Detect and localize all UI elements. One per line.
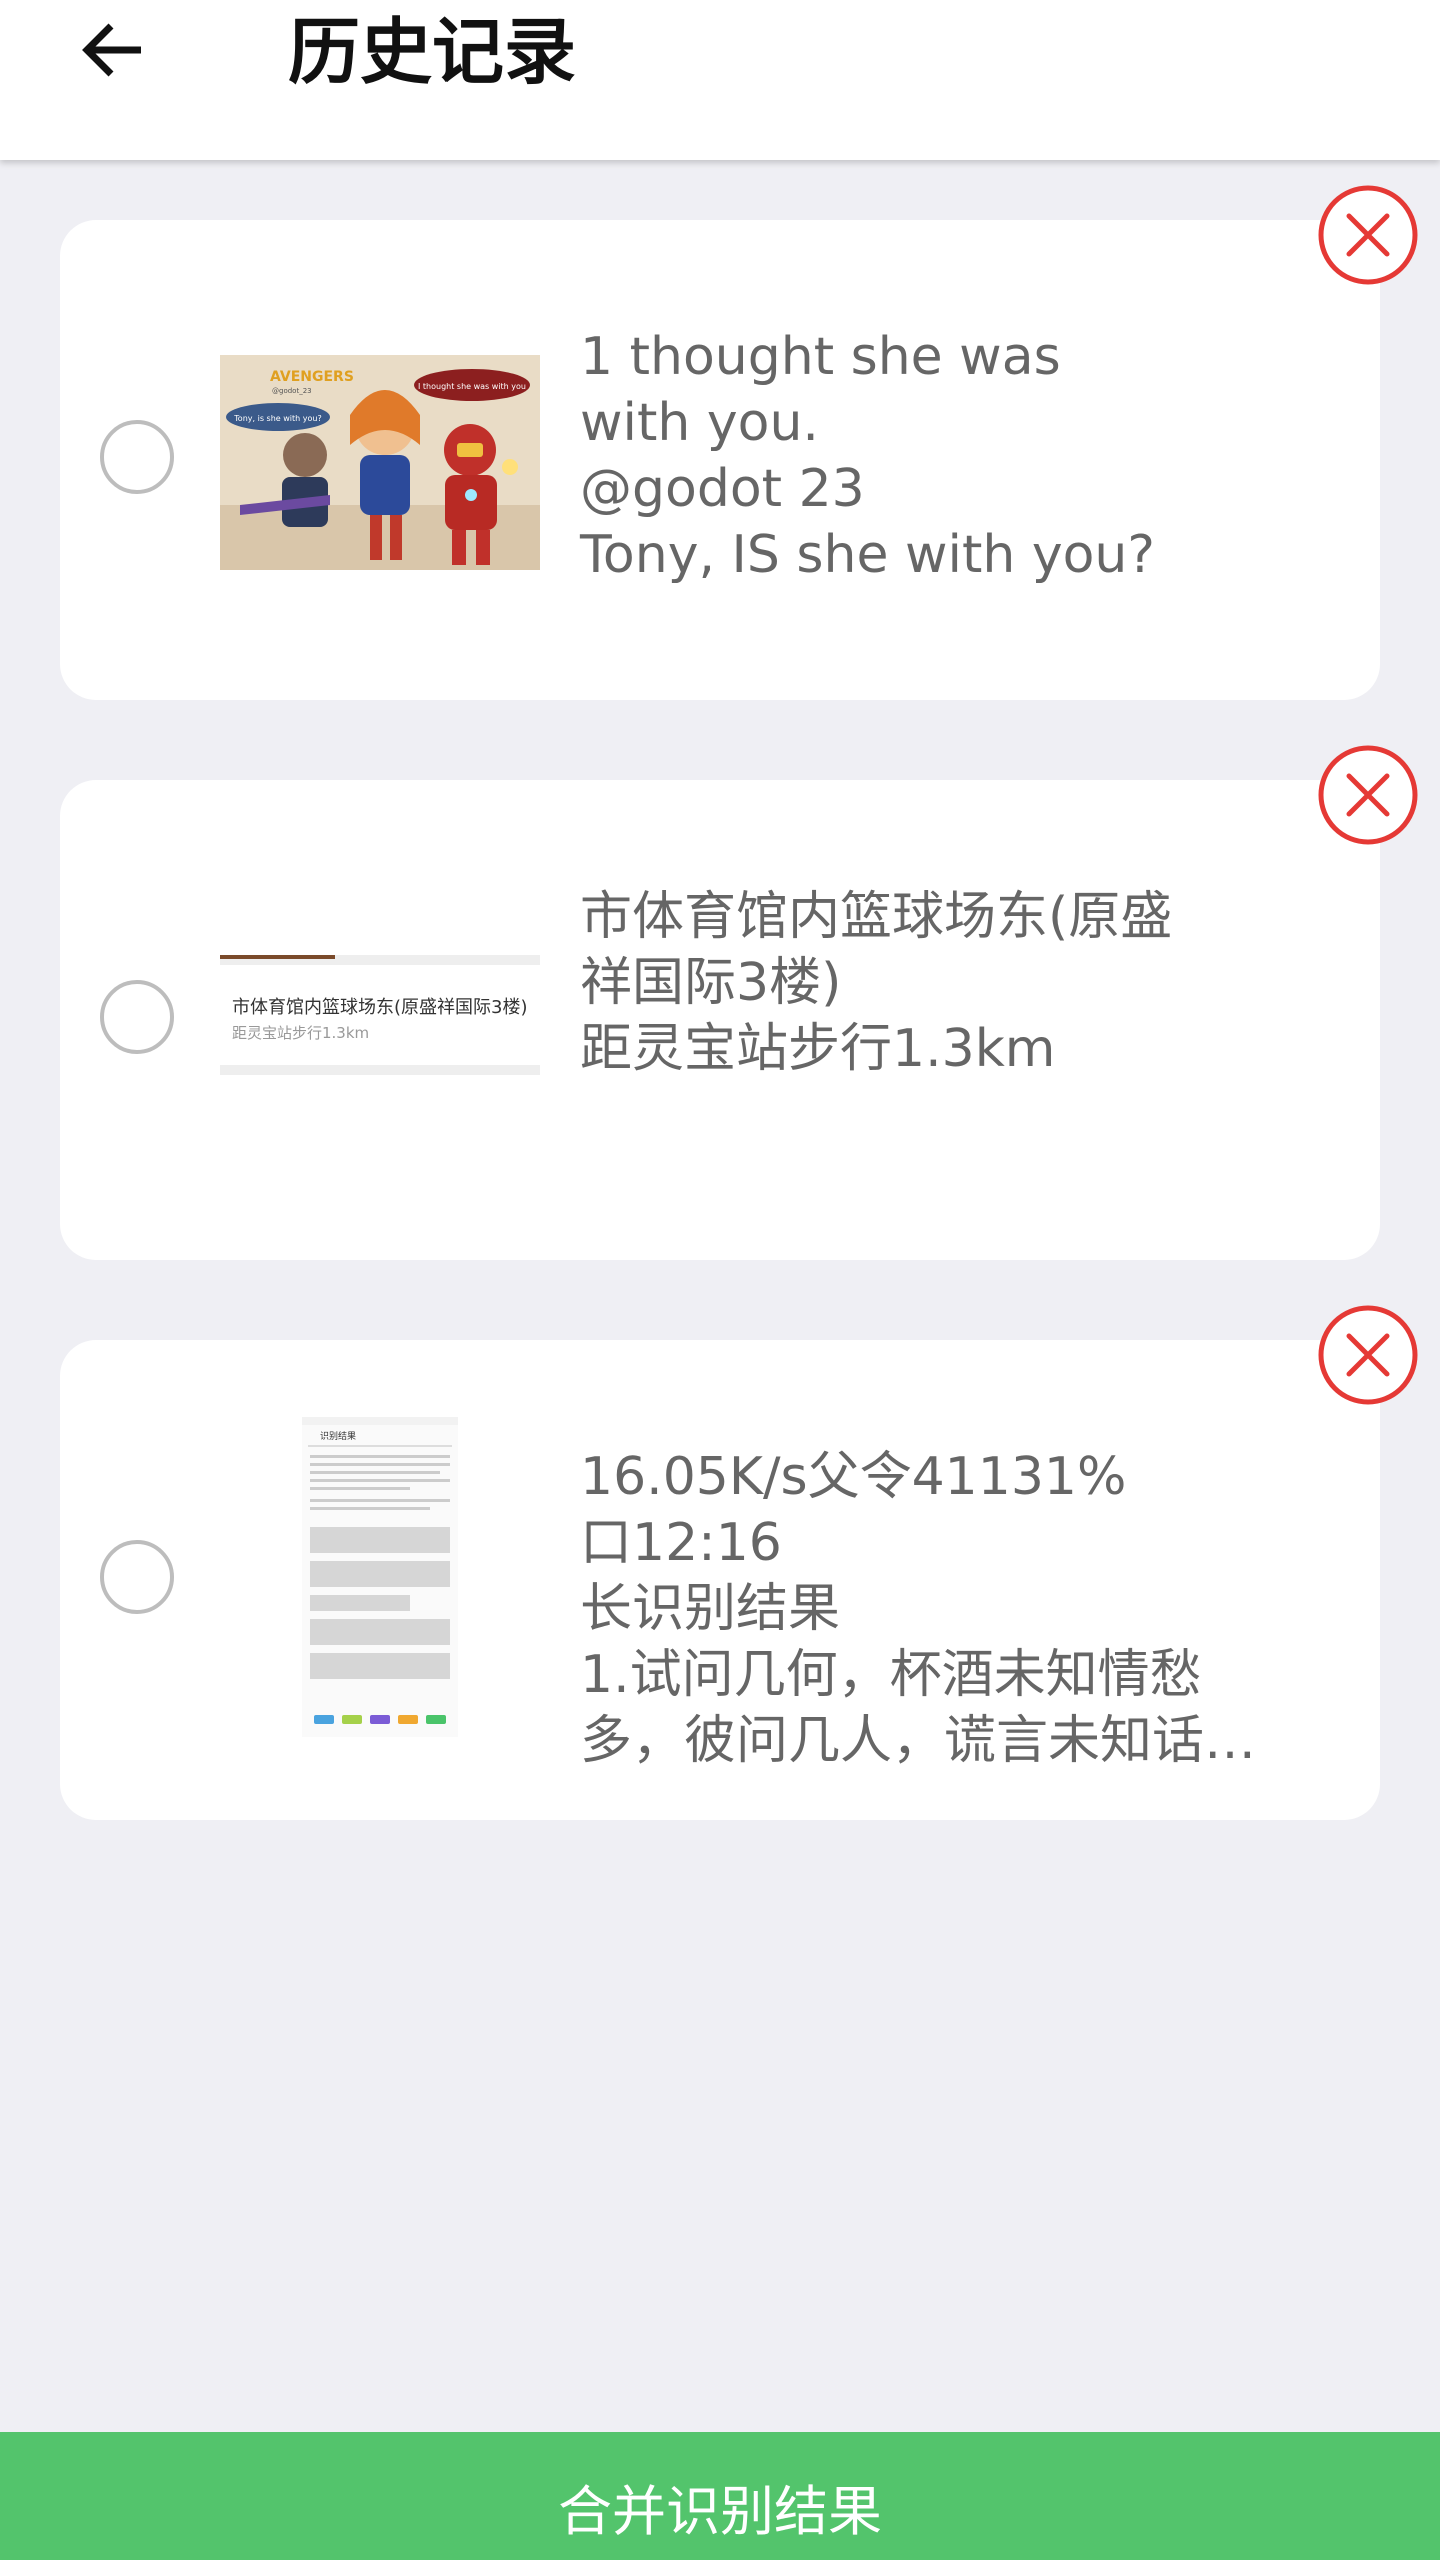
back-button[interactable] <box>72 10 152 90</box>
bubble-right-text: I thought she was with you <box>418 382 526 391</box>
app-bar: 历史记录 <box>0 0 1440 160</box>
record-text: 市体育馆内篮球场东(原盛 祥国际3楼) 距灵宝站步行1.3km <box>580 887 1173 1079</box>
radio-unchecked-icon[interactable] <box>100 1540 174 1614</box>
close-circle-icon[interactable] <box>1316 1303 1420 1407</box>
radio-unchecked-icon[interactable] <box>100 420 174 494</box>
phone-screenshot-thumbnail: 识别结果 <box>220 1415 540 1745</box>
avengers-thumbnail: Tony, is she with you? I thought she was… <box>220 355 540 570</box>
radio-unchecked-icon[interactable] <box>100 980 174 1054</box>
history-item[interactable]: Tony, is she with you? I thought she was… <box>60 220 1380 700</box>
location-thumbnail: 市体育馆内篮球场东(原盛祥国际3楼) 距灵宝站步行1.3km <box>220 955 540 1075</box>
thumb-phone-title: 识别结果 <box>320 1430 356 1442</box>
record-text: 1 thought she was with you. @godot 23 To… <box>580 327 1155 585</box>
thumb-location-sub: 距灵宝站步行1.3km <box>232 1024 369 1042</box>
history-item[interactable]: 识别结果 16.05K/s父令41131% 口12:16 长识别结果 1.试问几… <box>60 1340 1380 1820</box>
thumb-location-title: 市体育馆内篮球场东(原盛祥国际3楼) <box>232 997 528 1018</box>
record-text: 16.05K/s父令41131% 口12:16 长识别结果 1.试问几何，杯酒未… <box>580 1447 1257 1771</box>
history-item[interactable]: 市体育馆内篮球场东(原盛祥国际3楼) 距灵宝站步行1.3km 市体育馆内篮球场东… <box>60 780 1380 1260</box>
arrow-left-icon <box>82 23 141 77</box>
close-circle-icon[interactable] <box>1316 183 1420 287</box>
thumb-handle-text: @godot_23 <box>272 387 312 395</box>
thumb-logo-text: AVENGERS <box>270 369 354 385</box>
page-title: 历史记录 <box>288 10 577 94</box>
bubble-left-text: Tony, is she with you? <box>233 414 321 423</box>
merge-results-button[interactable]: 合并识别结果 <box>0 2432 1440 2560</box>
close-circle-icon[interactable] <box>1316 743 1420 847</box>
